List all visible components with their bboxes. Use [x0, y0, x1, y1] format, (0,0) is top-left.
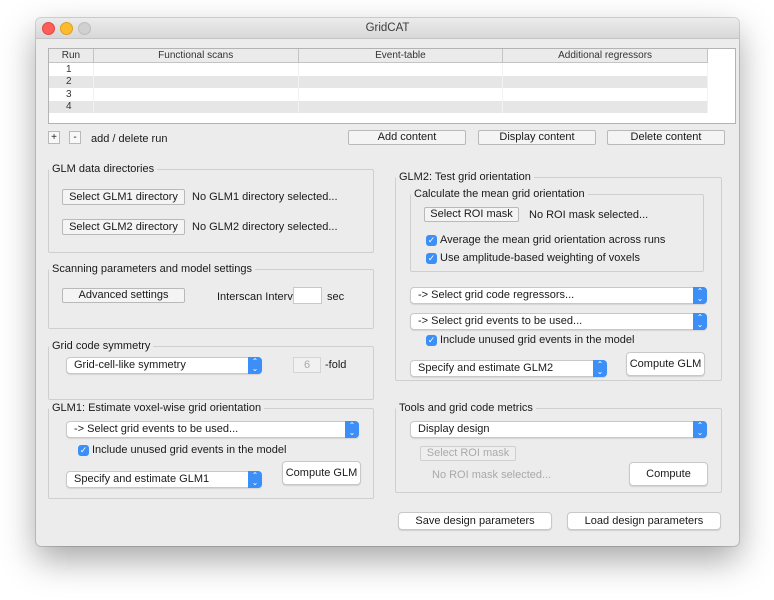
column-header-event-table[interactable]: Event-table	[298, 49, 504, 63]
fold-label: -fold	[325, 359, 347, 371]
panel-title: Scanning parameters and model settings	[52, 263, 252, 275]
select-glm1-directory-button[interactable]: Select GLM1 directory	[62, 189, 185, 205]
additional-regressors-cell[interactable]	[502, 62, 708, 76]
glm1-grid-events-select[interactable]: -> Select grid events to be used... ⌃ ⌄	[66, 421, 359, 438]
glm1-directory-status: No GLM1 directory selected...	[192, 191, 338, 203]
glm1-include-unused-label: Include unused grid events in the model	[92, 444, 287, 456]
functional-scans-cell[interactable]	[93, 75, 299, 88]
table-row[interactable]: 4	[49, 100, 708, 113]
checkmark-icon: ✓	[427, 253, 436, 263]
table-header-row: Run Functional scans Event-table Additio…	[49, 49, 708, 63]
tools-selected-value: Display design	[418, 423, 490, 435]
average-across-runs-label: Average the mean grid orientation across…	[440, 234, 666, 246]
glm2-roi-mask-status: No ROI mask selected...	[529, 209, 649, 221]
glm-data-directories-panel: GLM data directories	[48, 163, 374, 253]
glm2-grid-events-selected-value: -> Select grid events to be used...	[418, 315, 583, 327]
select-arrows-icon: ⌃ ⌄	[345, 421, 359, 438]
panel-title: GLM1: Estimate voxel-wise grid orientati…	[52, 402, 262, 414]
display-content-button[interactable]: Display content	[478, 130, 596, 145]
minimize-window-button[interactable]	[60, 22, 73, 35]
tools-select-roi-mask-button: Select ROI mask	[420, 446, 516, 461]
table-row[interactable]: 2	[49, 75, 708, 88]
symmetry-select[interactable]: Grid-cell-like symmetry ⌃ ⌄	[66, 357, 262, 374]
select-glm2-directory-button[interactable]: Select GLM2 directory	[62, 219, 185, 235]
average-across-runs-checkbox[interactable]: ✓	[426, 235, 437, 246]
run-number-cell[interactable]: 2	[49, 75, 94, 88]
fold-value-input: 6	[293, 357, 321, 373]
interscan-interval-input[interactable]	[293, 287, 322, 304]
glm2-include-unused-label: Include unused grid events in the model	[440, 334, 635, 346]
interscan-unit-label: sec	[327, 291, 345, 303]
select-arrows-icon: ⌃ ⌄	[248, 357, 262, 374]
event-table-cell[interactable]	[298, 88, 504, 101]
tools-roi-mask-status: No ROI mask selected...	[432, 469, 552, 481]
amplitude-weighting-checkbox[interactable]: ✓	[426, 253, 437, 264]
tools-compute-button[interactable]: Compute	[629, 462, 708, 486]
column-header-run[interactable]: Run	[49, 49, 94, 63]
column-header-functional-scans[interactable]: Functional scans	[93, 49, 299, 63]
window-title: GridCAT	[365, 22, 410, 34]
glm2-mode-selected-value: Specify and estimate GLM2	[418, 362, 554, 374]
panel-title: Tools and grid code metrics	[399, 402, 533, 414]
grid-code-regressors-select[interactable]: -> Select grid code regressors... ⌃ ⌄	[410, 287, 707, 304]
glm2-select-roi-mask-button[interactable]: Select ROI mask	[424, 207, 519, 222]
glm2-compute-glm-button[interactable]: Compute GLM	[626, 352, 705, 376]
amplitude-weighting-label: Use amplitude-based weighting of voxels	[440, 252, 640, 264]
functional-scans-cell[interactable]	[93, 62, 299, 76]
delete-run-button[interactable]: -	[69, 131, 81, 144]
checkmark-icon: ✓	[427, 235, 436, 245]
functional-scans-cell[interactable]	[93, 100, 299, 113]
run-number-cell[interactable]: 3	[49, 88, 94, 101]
select-arrows-icon: ⌃ ⌄	[693, 313, 707, 330]
additional-regressors-cell[interactable]	[502, 88, 708, 101]
symmetry-selected-value: Grid-cell-like symmetry	[74, 359, 186, 371]
glm2-mode-select[interactable]: Specify and estimate GLM2 ⌃ ⌄	[410, 360, 607, 377]
glm1-compute-glm-button[interactable]: Compute GLM	[282, 461, 361, 485]
glm2-directory-status: No GLM2 directory selected...	[192, 221, 338, 233]
select-arrows-icon: ⌃ ⌄	[693, 421, 707, 438]
panel-title: Grid code symmetry	[52, 340, 151, 352]
functional-scans-cell[interactable]	[93, 88, 299, 101]
run-number-cell[interactable]: 1	[49, 62, 94, 76]
glm1-grid-events-selected-value: -> Select grid events to be used...	[74, 423, 239, 435]
delete-content-button[interactable]: Delete content	[607, 130, 725, 145]
glm2-grid-events-select[interactable]: -> Select grid events to be used... ⌃ ⌄	[410, 313, 707, 330]
event-table-cell[interactable]	[298, 100, 504, 113]
advanced-settings-button[interactable]: Advanced settings	[62, 288, 185, 303]
save-design-parameters-button[interactable]: Save design parameters	[398, 512, 552, 530]
glm1-mode-selected-value: Specify and estimate GLM1	[74, 473, 210, 485]
add-delete-run-label: add / delete run	[91, 133, 168, 145]
checkmark-icon: ✓	[79, 445, 88, 455]
load-design-parameters-button[interactable]: Load design parameters	[567, 512, 721, 530]
close-window-button[interactable]	[42, 22, 55, 35]
table-row[interactable]: 3	[49, 88, 708, 101]
runs-table[interactable]: Run Functional scans Event-table Additio…	[48, 48, 736, 124]
run-number-cell[interactable]: 4	[49, 100, 94, 113]
event-table-cell[interactable]	[298, 62, 504, 76]
add-run-button[interactable]: +	[48, 131, 60, 144]
add-content-button[interactable]: Add content	[348, 130, 466, 145]
column-header-additional-regressors[interactable]: Additional regressors	[502, 49, 708, 63]
maximize-window-button[interactable]	[78, 22, 91, 35]
table-row[interactable]: 1	[49, 62, 708, 76]
select-arrows-icon: ⌃ ⌄	[593, 360, 607, 377]
glm1-include-unused-checkbox[interactable]: ✓	[78, 445, 89, 456]
checkmark-icon: ✓	[427, 335, 436, 345]
event-table-cell[interactable]	[298, 75, 504, 88]
title-bar: GridCAT	[36, 18, 739, 39]
glm1-mode-select[interactable]: Specify and estimate GLM1 ⌃ ⌄	[66, 471, 262, 488]
gridcat-window: GridCAT Run Functional scans Event-table…	[36, 18, 739, 546]
interscan-interval-label: Interscan Interval:	[217, 291, 305, 303]
select-arrows-icon: ⌃ ⌄	[693, 287, 707, 304]
additional-regressors-cell[interactable]	[502, 100, 708, 113]
grid-code-regressors-selected-value: -> Select grid code regressors...	[418, 289, 575, 301]
glm2-include-unused-checkbox[interactable]: ✓	[426, 335, 437, 346]
tools-select[interactable]: Display design ⌃ ⌄	[410, 421, 707, 438]
panel-title: Calculate the mean grid orientation	[414, 188, 585, 200]
additional-regressors-cell[interactable]	[502, 75, 708, 88]
select-arrows-icon: ⌃ ⌄	[248, 471, 262, 488]
panel-title: GLM2: Test grid orientation	[399, 171, 531, 183]
panel-title: GLM data directories	[52, 163, 155, 175]
